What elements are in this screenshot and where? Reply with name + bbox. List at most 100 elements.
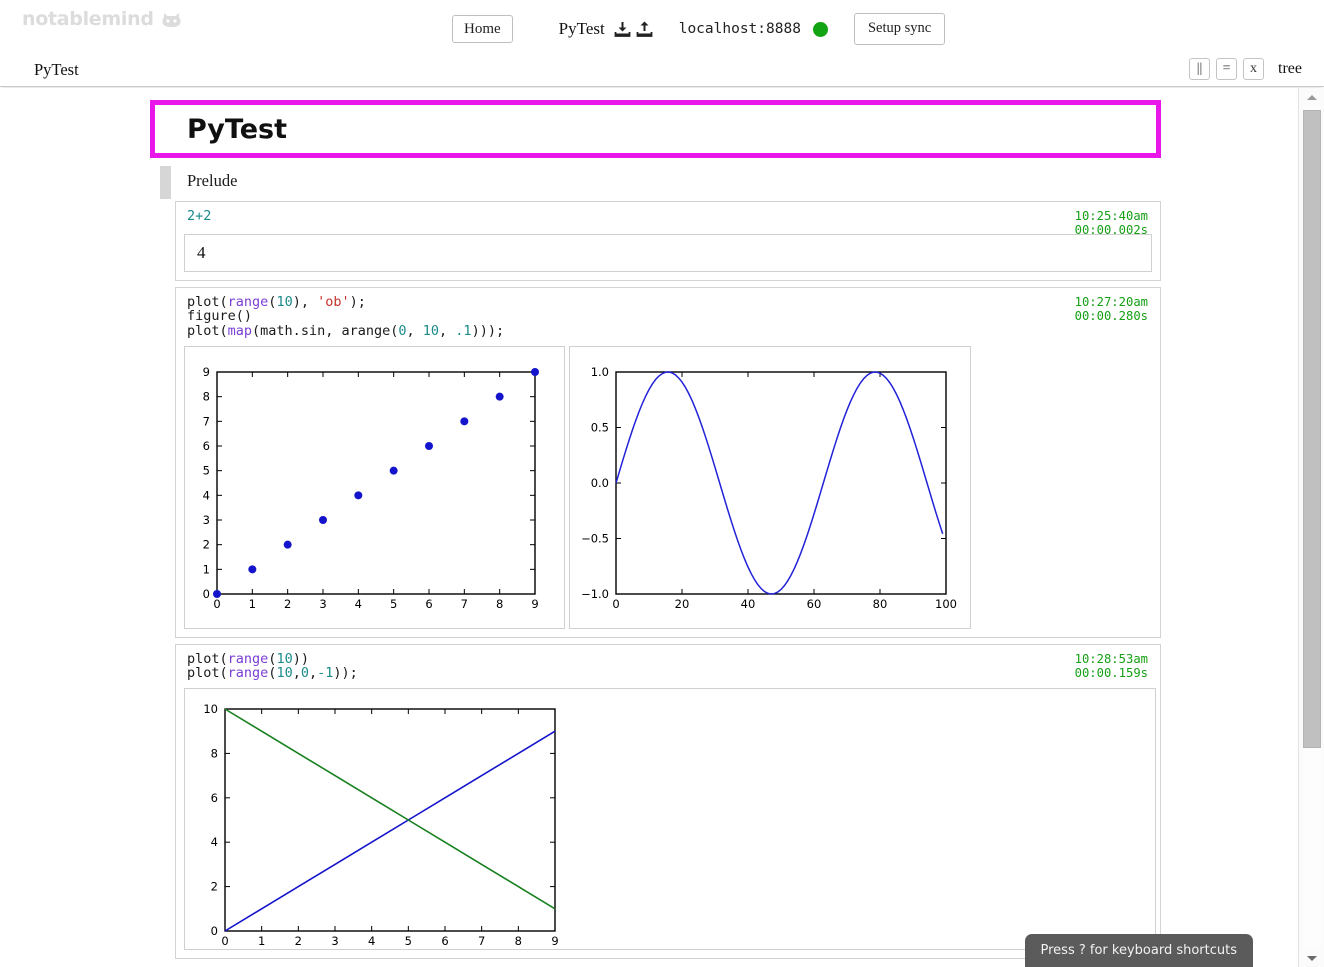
scrollbar-thumb[interactable] bbox=[1303, 110, 1321, 748]
cell-output: 4 bbox=[184, 234, 1152, 272]
cell-timing: 10:28:53am 00:00.159s bbox=[1075, 652, 1148, 681]
x-tick-label: 0 bbox=[213, 597, 220, 611]
x-tick-label: 5 bbox=[405, 934, 412, 945]
scatter-point bbox=[283, 540, 292, 549]
cell-duration: 00:00.280s bbox=[1074, 309, 1148, 324]
code-token: ), bbox=[292, 294, 318, 310]
cell-code[interactable]: plot(range(10), 'ob'); figure() plot(map… bbox=[184, 295, 1152, 338]
setup-sync-button[interactable]: Setup sync bbox=[853, 13, 946, 45]
code-token: , bbox=[406, 322, 423, 339]
x-tick-label: 3 bbox=[319, 597, 326, 611]
y-tick-label: 1 bbox=[203, 562, 210, 576]
x-tick-label: 20 bbox=[675, 597, 690, 611]
cell-timing: 10:25:40am 00:00.002s bbox=[1075, 209, 1148, 238]
y-tick-label: 9 bbox=[203, 365, 210, 379]
code-token: , bbox=[292, 665, 301, 682]
scatter-point bbox=[389, 466, 398, 475]
y-tick-label: −0.5 bbox=[581, 531, 609, 545]
cell-code[interactable]: plot(range(10)) plot(range(10,0,-1)); bbox=[184, 652, 1152, 681]
cell-timestamp: 10:28:53am bbox=[1074, 651, 1148, 666]
code-token: ( bbox=[219, 665, 228, 682]
figure-cross: 0 1 2 3 4 5 6 7 8 9 0 2 4 6 8 10 bbox=[184, 688, 1156, 951]
split-view-button[interactable]: || bbox=[1189, 58, 1211, 80]
breadcrumb-tools: || = x tree bbox=[1189, 58, 1302, 80]
code-token: -1 bbox=[317, 665, 334, 682]
cell-output-value: 4 bbox=[197, 243, 206, 262]
code-token: (math.sin, arange( bbox=[252, 322, 399, 339]
x-tick-label: 60 bbox=[807, 597, 822, 611]
cell-duration: 00:00.002s bbox=[1074, 223, 1148, 238]
cell-timestamp: 10:27:20am bbox=[1074, 295, 1148, 309]
code-token: 10 bbox=[276, 294, 293, 310]
scatter-point bbox=[460, 417, 469, 426]
upload-icon[interactable] bbox=[636, 21, 653, 38]
x-tick-label: 6 bbox=[441, 934, 448, 945]
notebook-cell[interactable]: plot(range(10), 'ob'); figure() plot(map… bbox=[175, 287, 1161, 638]
code-token: , bbox=[439, 322, 456, 339]
home-button[interactable]: Home bbox=[452, 14, 513, 44]
tree-toggle[interactable]: tree bbox=[1278, 60, 1302, 78]
x-tick-label: 0 bbox=[221, 934, 228, 945]
connection-status-dot bbox=[812, 21, 828, 37]
x-tick-label: 8 bbox=[496, 597, 503, 611]
scatter-plot: 0 1 2 3 4 5 6 7 8 9 0 1 2 3 4 5 6 7 8 9 bbox=[189, 350, 560, 624]
y-tick-label: 1.0 bbox=[591, 365, 609, 379]
scroll-down-arrow[interactable] bbox=[1299, 949, 1324, 967]
section-header: Prelude bbox=[160, 166, 1161, 200]
y-tick-label: 4 bbox=[211, 836, 218, 850]
code-token: 'ob' bbox=[317, 294, 350, 310]
y-tick-label: −1.0 bbox=[581, 587, 609, 601]
notebook-cell[interactable]: 2+2 10:25:40am 00:00.002s 4 bbox=[175, 201, 1161, 281]
y-tick-label: 0.0 bbox=[591, 476, 609, 490]
section-label[interactable]: Prelude bbox=[187, 166, 237, 191]
document-name-label[interactable]: PyTest bbox=[559, 19, 605, 39]
x-tick-label: 9 bbox=[531, 597, 538, 611]
vertical-scrollbar[interactable] bbox=[1298, 88, 1324, 967]
cell-list: 2+2 10:25:40am 00:00.002s 4 plot(range(1… bbox=[175, 201, 1161, 965]
close-button[interactable]: x bbox=[1243, 58, 1265, 80]
app-logo[interactable]: notablemind bbox=[22, 8, 181, 30]
app-root: notablemind Home PyTest localhost:8888 S… bbox=[0, 0, 1324, 967]
x-tick-label: 7 bbox=[461, 597, 468, 611]
scroll-up-arrow[interactable] bbox=[1299, 88, 1324, 106]
notebook-cell[interactable]: plot(range(10)) plot(range(10,0,-1)); 10… bbox=[175, 643, 1161, 960]
x-tick-label: 7 bbox=[478, 934, 485, 945]
cell-header: plot(range(10)) plot(range(10,0,-1)); 10… bbox=[184, 652, 1152, 681]
document-area: PyTest Prelude 2+2 10:25:40am 00:00.002s… bbox=[0, 88, 1298, 967]
x-tick-label: 9 bbox=[551, 934, 558, 945]
sine-plot: 0 20 40 60 80 100 −1.0 −0.5 0.0 0.5 1.0 bbox=[574, 350, 966, 624]
y-tick-label: 6 bbox=[211, 791, 218, 805]
code-token: ( bbox=[219, 322, 228, 339]
x-tick-label: 1 bbox=[249, 597, 256, 611]
code-token: )); bbox=[333, 665, 358, 682]
code-token: ))); bbox=[471, 322, 505, 339]
breadcrumb[interactable]: PyTest bbox=[34, 60, 79, 80]
cross-lines-plot: 0 1 2 3 4 5 6 7 8 9 0 2 4 6 8 10 bbox=[189, 693, 1151, 946]
y-tick-label: 2 bbox=[203, 538, 210, 552]
cell-header: 2+2 10:25:40am 00:00.002s bbox=[184, 209, 1152, 237]
top-center-controls: Home PyTest localhost:8888 Setup sync bbox=[452, 13, 946, 45]
code-token: 2+2 bbox=[187, 208, 212, 224]
scatter-point bbox=[495, 392, 504, 401]
cell-header: plot(range(10), 'ob'); figure() plot(map… bbox=[184, 295, 1152, 338]
x-tick-label: 1 bbox=[258, 934, 265, 945]
y-tick-label: 7 bbox=[203, 414, 210, 428]
x-tick-label: 4 bbox=[355, 597, 362, 611]
logo-text: notablemind bbox=[22, 8, 154, 30]
document-title-box[interactable]: PyTest bbox=[150, 100, 1161, 158]
x-tick-label: 0 bbox=[612, 597, 619, 611]
equals-button[interactable]: = bbox=[1216, 58, 1238, 80]
cell-duration: 00:00.159s bbox=[1074, 666, 1148, 681]
section-drag-handle[interactable] bbox=[160, 166, 171, 199]
code-token: 0 bbox=[300, 665, 309, 682]
top-bar: notablemind Home PyTest localhost:8888 S… bbox=[0, 0, 1324, 52]
code-token: .1 bbox=[455, 322, 472, 339]
x-tick-label: 6 bbox=[425, 597, 432, 611]
code-token: 10 bbox=[422, 322, 440, 339]
scatter-point bbox=[531, 367, 539, 376]
cell-code[interactable]: 2+2 bbox=[184, 209, 1152, 223]
y-tick-label: 0 bbox=[203, 587, 210, 601]
download-icon[interactable] bbox=[614, 21, 631, 38]
figure-scatter: 0 1 2 3 4 5 6 7 8 9 0 1 2 3 4 5 6 7 8 9 bbox=[184, 345, 565, 629]
x-tick-label: 80 bbox=[873, 597, 888, 611]
